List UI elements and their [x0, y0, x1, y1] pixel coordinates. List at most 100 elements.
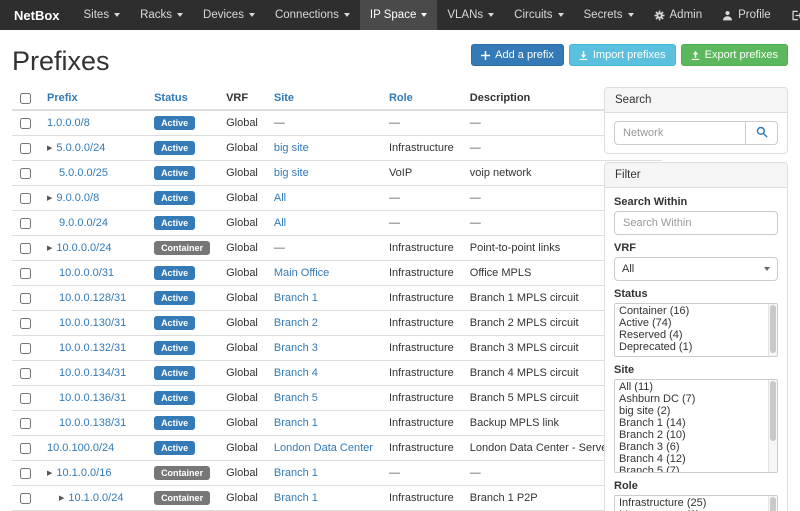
prefix-link[interactable]: 10.1.0.0/24 — [68, 492, 123, 504]
search-within-input[interactable] — [614, 211, 778, 235]
expand-arrow-icon: ▶ — [47, 470, 52, 477]
site-link[interactable]: Branch 4 — [274, 367, 318, 379]
row-checkbox[interactable] — [20, 268, 31, 279]
nav-item-circuits[interactable]: Circuits — [504, 0, 573, 30]
filter-panel: Filter Search Within VRF All Status Cont… — [604, 162, 788, 511]
prefix-link[interactable]: 10.0.0.0/24 — [56, 242, 111, 254]
row-checkbox[interactable] — [20, 443, 31, 454]
site-link[interactable]: Branch 1 — [274, 417, 318, 429]
prefix-link[interactable]: 5.0.0.0/24 — [56, 142, 105, 154]
prefix-link[interactable]: 10.1.0.0/16 — [56, 467, 111, 479]
status-listbox[interactable]: Container (16)Active (74)Reserved (4)Dep… — [614, 303, 778, 357]
search-button[interactable] — [746, 121, 778, 145]
column-header-site[interactable]: Site — [274, 92, 294, 104]
nav-item-sites[interactable]: Sites — [74, 0, 131, 30]
row-checkbox[interactable] — [20, 293, 31, 304]
row-checkbox[interactable] — [20, 343, 31, 354]
row-checkbox[interactable] — [20, 168, 31, 179]
vrf-cell: Global — [218, 486, 266, 511]
site-link[interactable]: big site — [274, 142, 309, 154]
site-link[interactable]: Branch 1 — [274, 467, 318, 479]
nav-item-profile[interactable]: Profile — [712, 0, 781, 30]
export-prefixes-button[interactable]: Export prefixes — [681, 44, 788, 66]
scrollbar[interactable] — [768, 380, 777, 472]
status-option[interactable]: Reserved (4) — [615, 329, 777, 341]
prefix-link[interactable]: 10.0.0.136/31 — [59, 392, 126, 404]
prefix-link[interactable]: 5.0.0.0/25 — [59, 167, 108, 179]
search-input[interactable] — [614, 121, 746, 145]
site-option[interactable]: Branch 5 (7) — [615, 465, 777, 473]
site-link[interactable]: Branch 1 — [274, 292, 318, 304]
nav-item-racks[interactable]: Racks — [130, 0, 193, 30]
row-checkbox[interactable] — [20, 368, 31, 379]
row-checkbox[interactable] — [20, 218, 31, 229]
role-cell: Infrastructure — [381, 311, 462, 336]
prefix-link[interactable]: 10.0.0.128/31 — [59, 292, 126, 304]
nav-item-ip-space[interactable]: IP Space — [360, 0, 437, 30]
nav-item-logout[interactable]: Log out — [781, 0, 800, 30]
prefix-link[interactable]: 10.0.0.0/31 — [59, 267, 114, 279]
status-option[interactable]: Container (16) — [615, 305, 777, 317]
status-option[interactable]: Deprecated (1) — [615, 341, 777, 353]
row-checkbox[interactable] — [20, 468, 31, 479]
prefix-table: Prefix Status VRF Site Role Description … — [12, 87, 662, 511]
role-listbox[interactable]: Infrastructure (25)Management (8)Private… — [614, 495, 778, 511]
column-header-role[interactable]: Role — [389, 92, 413, 104]
site-listbox[interactable]: All (11)Ashburn DC (7)big site (2)Branch… — [614, 379, 778, 473]
prefix-link[interactable]: 1.0.0.0/8 — [47, 117, 90, 129]
prefix-link[interactable]: 10.0.0.130/31 — [59, 317, 126, 329]
select-all-checkbox[interactable] — [20, 93, 31, 104]
scrollbar[interactable] — [768, 496, 777, 511]
prefix-link[interactable]: 10.0.100.0/24 — [47, 442, 114, 454]
site-link[interactable]: London Data Center — [274, 442, 373, 454]
nav-item-connections[interactable]: Connections — [265, 0, 360, 30]
prefix-link[interactable]: 9.0.0.0/8 — [56, 192, 99, 204]
row-checkbox[interactable] — [20, 243, 31, 254]
site-option[interactable]: Branch 1 (14) — [615, 417, 777, 429]
site-link[interactable]: Main Office — [274, 267, 329, 279]
row-checkbox[interactable] — [20, 143, 31, 154]
row-checkbox[interactable] — [20, 418, 31, 429]
site-link[interactable]: Branch 2 — [274, 317, 318, 329]
row-checkbox[interactable] — [20, 118, 31, 129]
scrollbar[interactable] — [768, 304, 777, 356]
table-row: ▶9.0.0.0/8ActiveGlobalAll—— — [12, 186, 662, 211]
site-option[interactable]: big site (2) — [615, 405, 777, 417]
status-option[interactable]: Active (74) — [615, 317, 777, 329]
status-badge: Active — [154, 441, 195, 455]
site-option[interactable]: Branch 4 (12) — [615, 453, 777, 465]
import-prefixes-button[interactable]: Import prefixes — [569, 44, 676, 66]
column-header-prefix[interactable]: Prefix — [47, 92, 78, 104]
add-prefix-button[interactable]: Add a prefix — [471, 44, 564, 66]
nav-item-admin[interactable]: Admin — [644, 0, 713, 30]
role-option[interactable]: Infrastructure (25) — [615, 497, 777, 509]
nav-item-vlans[interactable]: VLANs — [437, 0, 504, 30]
row-checkbox[interactable] — [20, 193, 31, 204]
nav-item-secrets[interactable]: Secrets — [574, 0, 644, 30]
site-link[interactable]: Branch 3 — [274, 342, 318, 354]
site-link[interactable]: big site — [274, 167, 309, 179]
site-option[interactable]: Branch 2 (10) — [615, 429, 777, 441]
site-option[interactable]: Branch 3 (6) — [615, 441, 777, 453]
prefix-link[interactable]: 9.0.0.0/24 — [59, 217, 108, 229]
role-cell: Infrastructure — [381, 411, 462, 436]
row-checkbox[interactable] — [20, 393, 31, 404]
prefix-link[interactable]: 10.0.0.138/31 — [59, 417, 126, 429]
site-link[interactable]: Branch 5 — [274, 392, 318, 404]
status-badge: Active — [154, 166, 195, 180]
site-option[interactable]: All (11) — [615, 381, 777, 393]
row-checkbox[interactable] — [20, 493, 31, 504]
role-cell: Infrastructure — [381, 336, 462, 361]
site-link[interactable]: All — [274, 217, 286, 229]
site-link[interactable]: All — [274, 192, 286, 204]
nav-item-devices[interactable]: Devices — [193, 0, 265, 30]
prefix-link[interactable]: 10.0.0.132/31 — [59, 342, 126, 354]
site-option[interactable]: Ashburn DC (7) — [615, 393, 777, 405]
status-badge: Active — [154, 191, 195, 205]
row-checkbox[interactable] — [20, 318, 31, 329]
column-header-status[interactable]: Status — [154, 92, 188, 104]
prefix-link[interactable]: 10.0.0.134/31 — [59, 367, 126, 379]
site-link[interactable]: Branch 1 — [274, 492, 318, 504]
vrf-select[interactable]: All — [614, 257, 778, 281]
brand[interactable]: NetBox — [0, 0, 74, 30]
